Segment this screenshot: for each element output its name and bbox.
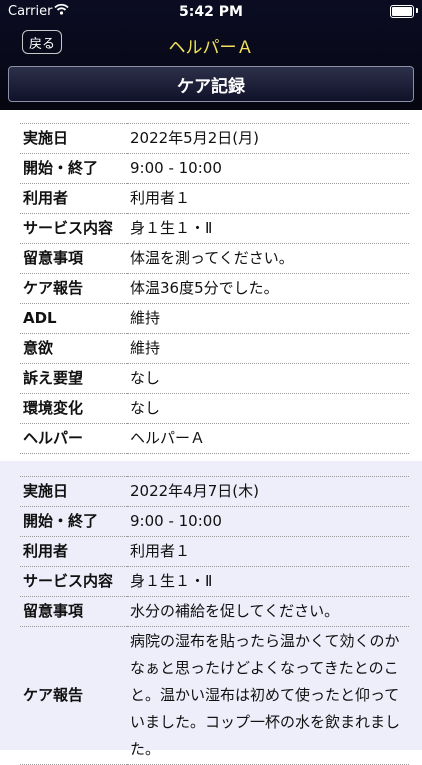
record-field-label: サービス内容 bbox=[20, 213, 127, 244]
record-field-label: サービス内容 bbox=[20, 566, 127, 597]
record-row: サービス内容 身１生１・Ⅱ bbox=[20, 566, 409, 597]
record-row: 環境変化 なし bbox=[20, 393, 409, 424]
record-field-label: 環境変化 bbox=[20, 393, 127, 424]
record-row: ADL 維持 bbox=[20, 303, 409, 334]
record-field-label: 利用者 bbox=[20, 183, 127, 214]
record-field-label: ケア報告 bbox=[20, 626, 127, 765]
record-field-value: なし bbox=[127, 363, 409, 394]
status-time: 5:42 PM bbox=[179, 4, 243, 20]
battery-icon bbox=[390, 5, 414, 18]
record-field-value: 身１生１・Ⅱ bbox=[127, 566, 409, 597]
record-field-label: ADL bbox=[20, 303, 127, 334]
record-row: 留意事項 水分の補給を促してください。 bbox=[20, 596, 409, 627]
record-field-value: 9:00 - 10:00 bbox=[127, 153, 409, 184]
record-field-value: 水分の補給を促してください。 bbox=[127, 596, 409, 627]
record-row: ヘルパー ヘルパーＡ bbox=[20, 423, 409, 454]
record-row: 実施日 2022年4月7日(木) bbox=[20, 476, 409, 507]
record-row: ケア報告 体温36度5分でした。 bbox=[20, 273, 409, 304]
record-field-label: 留意事項 bbox=[20, 243, 127, 274]
record-field-value: 2022年5月2日(月) bbox=[127, 123, 409, 154]
header: Carrier 5:42 PM 戻る ヘルパーＡ ケア記録 bbox=[0, 0, 422, 110]
record-row: サービス内容 身１生１・Ⅱ bbox=[20, 213, 409, 244]
record-table: 実施日 2022年5月2日(月) 開始・終了 9:00 - 10:00 利用者 利用者１ サ… bbox=[20, 123, 409, 454]
battery-tip-icon bbox=[416, 8, 418, 13]
record-field-value: 体温を測ってください。 bbox=[127, 243, 409, 274]
record-field-value: 維持 bbox=[127, 303, 409, 334]
record-field-label: 意欲 bbox=[20, 333, 127, 364]
record-field-value: なし bbox=[127, 393, 409, 424]
record-row: 開始・終了 9:00 - 10:00 bbox=[20, 506, 409, 537]
record-field-label: 実施日 bbox=[20, 476, 127, 507]
record-field-value: 2022年4月7日(木) bbox=[127, 476, 409, 507]
care-record: 実施日 2022年4月7日(木) 開始・終了 9:00 - 10:00 利用者 利用者１ サ… bbox=[0, 461, 422, 765]
record-field-value: 体温36度5分でした。 bbox=[127, 273, 409, 304]
page-title: ヘルパーＡ bbox=[168, 38, 254, 58]
record-field-value: 病院の湿布を貼ったら温かくて効くのかなぁと思ったけどよくなってきたとのこと。温か… bbox=[127, 626, 409, 765]
record-row: ケア報告 病院の湿布を貼ったら温かくて効くのかなぁと思ったけどよくなってきたとのこ… bbox=[20, 626, 409, 765]
record-row: 留意事項 体温を測ってください。 bbox=[20, 243, 409, 274]
care-record: 実施日 2022年5月2日(月) 開始・終了 9:00 - 10:00 利用者 利用者１ サ… bbox=[0, 110, 422, 461]
record-field-value: ヘルパーＡ bbox=[127, 423, 409, 454]
record-field-label: ケア報告 bbox=[20, 273, 127, 304]
record-row: 意欲 維持 bbox=[20, 333, 409, 364]
status-bar: Carrier 5:42 PM bbox=[0, 0, 422, 24]
record-field-label: 訴え要望 bbox=[20, 363, 127, 394]
record-field-value: 身１生１・Ⅱ bbox=[127, 213, 409, 244]
record-field-label: 実施日 bbox=[20, 123, 127, 154]
record-field-label: 留意事項 bbox=[20, 596, 127, 627]
record-field-label: 開始・終了 bbox=[20, 153, 127, 184]
record-field-value: 利用者１ bbox=[127, 183, 409, 214]
record-field-value: 9:00 - 10:00 bbox=[127, 506, 409, 537]
record-row: 訴え要望 なし bbox=[20, 363, 409, 394]
record-row: 利用者 利用者１ bbox=[20, 183, 409, 214]
record-row: 実施日 2022年5月2日(月) bbox=[20, 123, 409, 154]
record-field-label: 利用者 bbox=[20, 536, 127, 567]
section-title: ケア記録 bbox=[8, 66, 414, 102]
record-field-label: 開始・終了 bbox=[20, 506, 127, 537]
record-field-label: ヘルパー bbox=[20, 423, 127, 454]
record-field-value: 利用者１ bbox=[127, 536, 409, 567]
record-field-value: 維持 bbox=[127, 333, 409, 364]
record-table: 実施日 2022年4月7日(木) 開始・終了 9:00 - 10:00 利用者 利用者１ サ… bbox=[20, 476, 409, 765]
record-row: 開始・終了 9:00 - 10:00 bbox=[20, 153, 409, 184]
record-row: 利用者 利用者１ bbox=[20, 536, 409, 567]
